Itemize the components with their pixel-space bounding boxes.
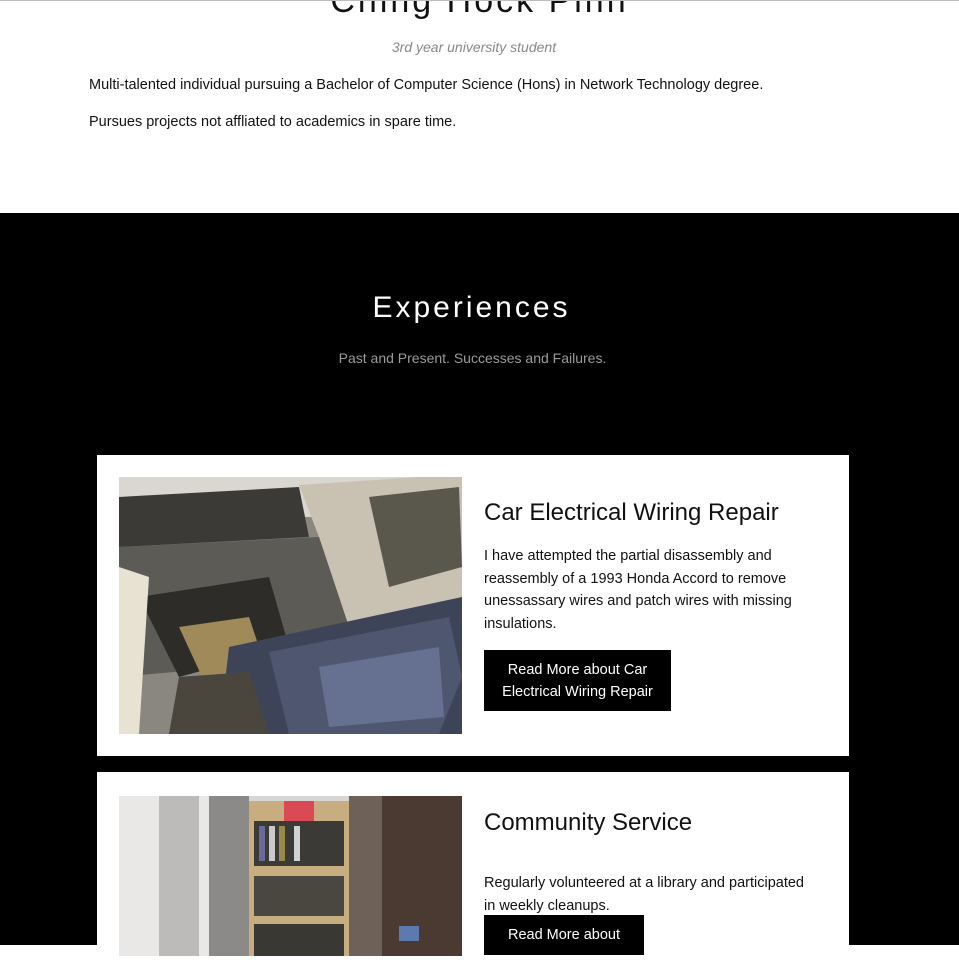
library-bookshelf-photo <box>119 796 462 956</box>
experience-card: Community Service Regularly volunteered … <box>97 772 849 972</box>
top-divider <box>0 0 959 1</box>
experience-description: Regularly volunteered at a library and p… <box>484 875 804 914</box>
read-more-button[interactable]: Read More about Car Electrical Wiring Re… <box>484 650 671 711</box>
experience-title: Car Electrical Wiring Repair <box>484 499 779 526</box>
experience-card: Car Electrical Wiring Repair I have atte… <box>97 455 849 756</box>
read-more-button[interactable]: Read More about <box>484 915 644 955</box>
experiences-tagline: Past and Present. Successes and Failures… <box>338 350 607 366</box>
about-section: Ching Hock Pinh 3rd year university stud… <box>0 0 959 213</box>
experience-title: Community Service <box>484 809 693 836</box>
about-paragraph: Multi-talented individual pursuing a Bac… <box>89 77 764 93</box>
person-name: Ching Hock Pinh <box>330 0 629 20</box>
experience-description: I have attempted the partial disassembly… <box>484 548 792 632</box>
about-paragraph: Pursues projects not affliated to academ… <box>89 114 457 130</box>
experiences-title: Experiences <box>372 291 571 324</box>
person-subtitle: 3rd year university student <box>391 39 557 55</box>
car-interior-photo <box>119 477 462 734</box>
experiences-section: Experiences Past and Present. Successes … <box>0 213 959 972</box>
